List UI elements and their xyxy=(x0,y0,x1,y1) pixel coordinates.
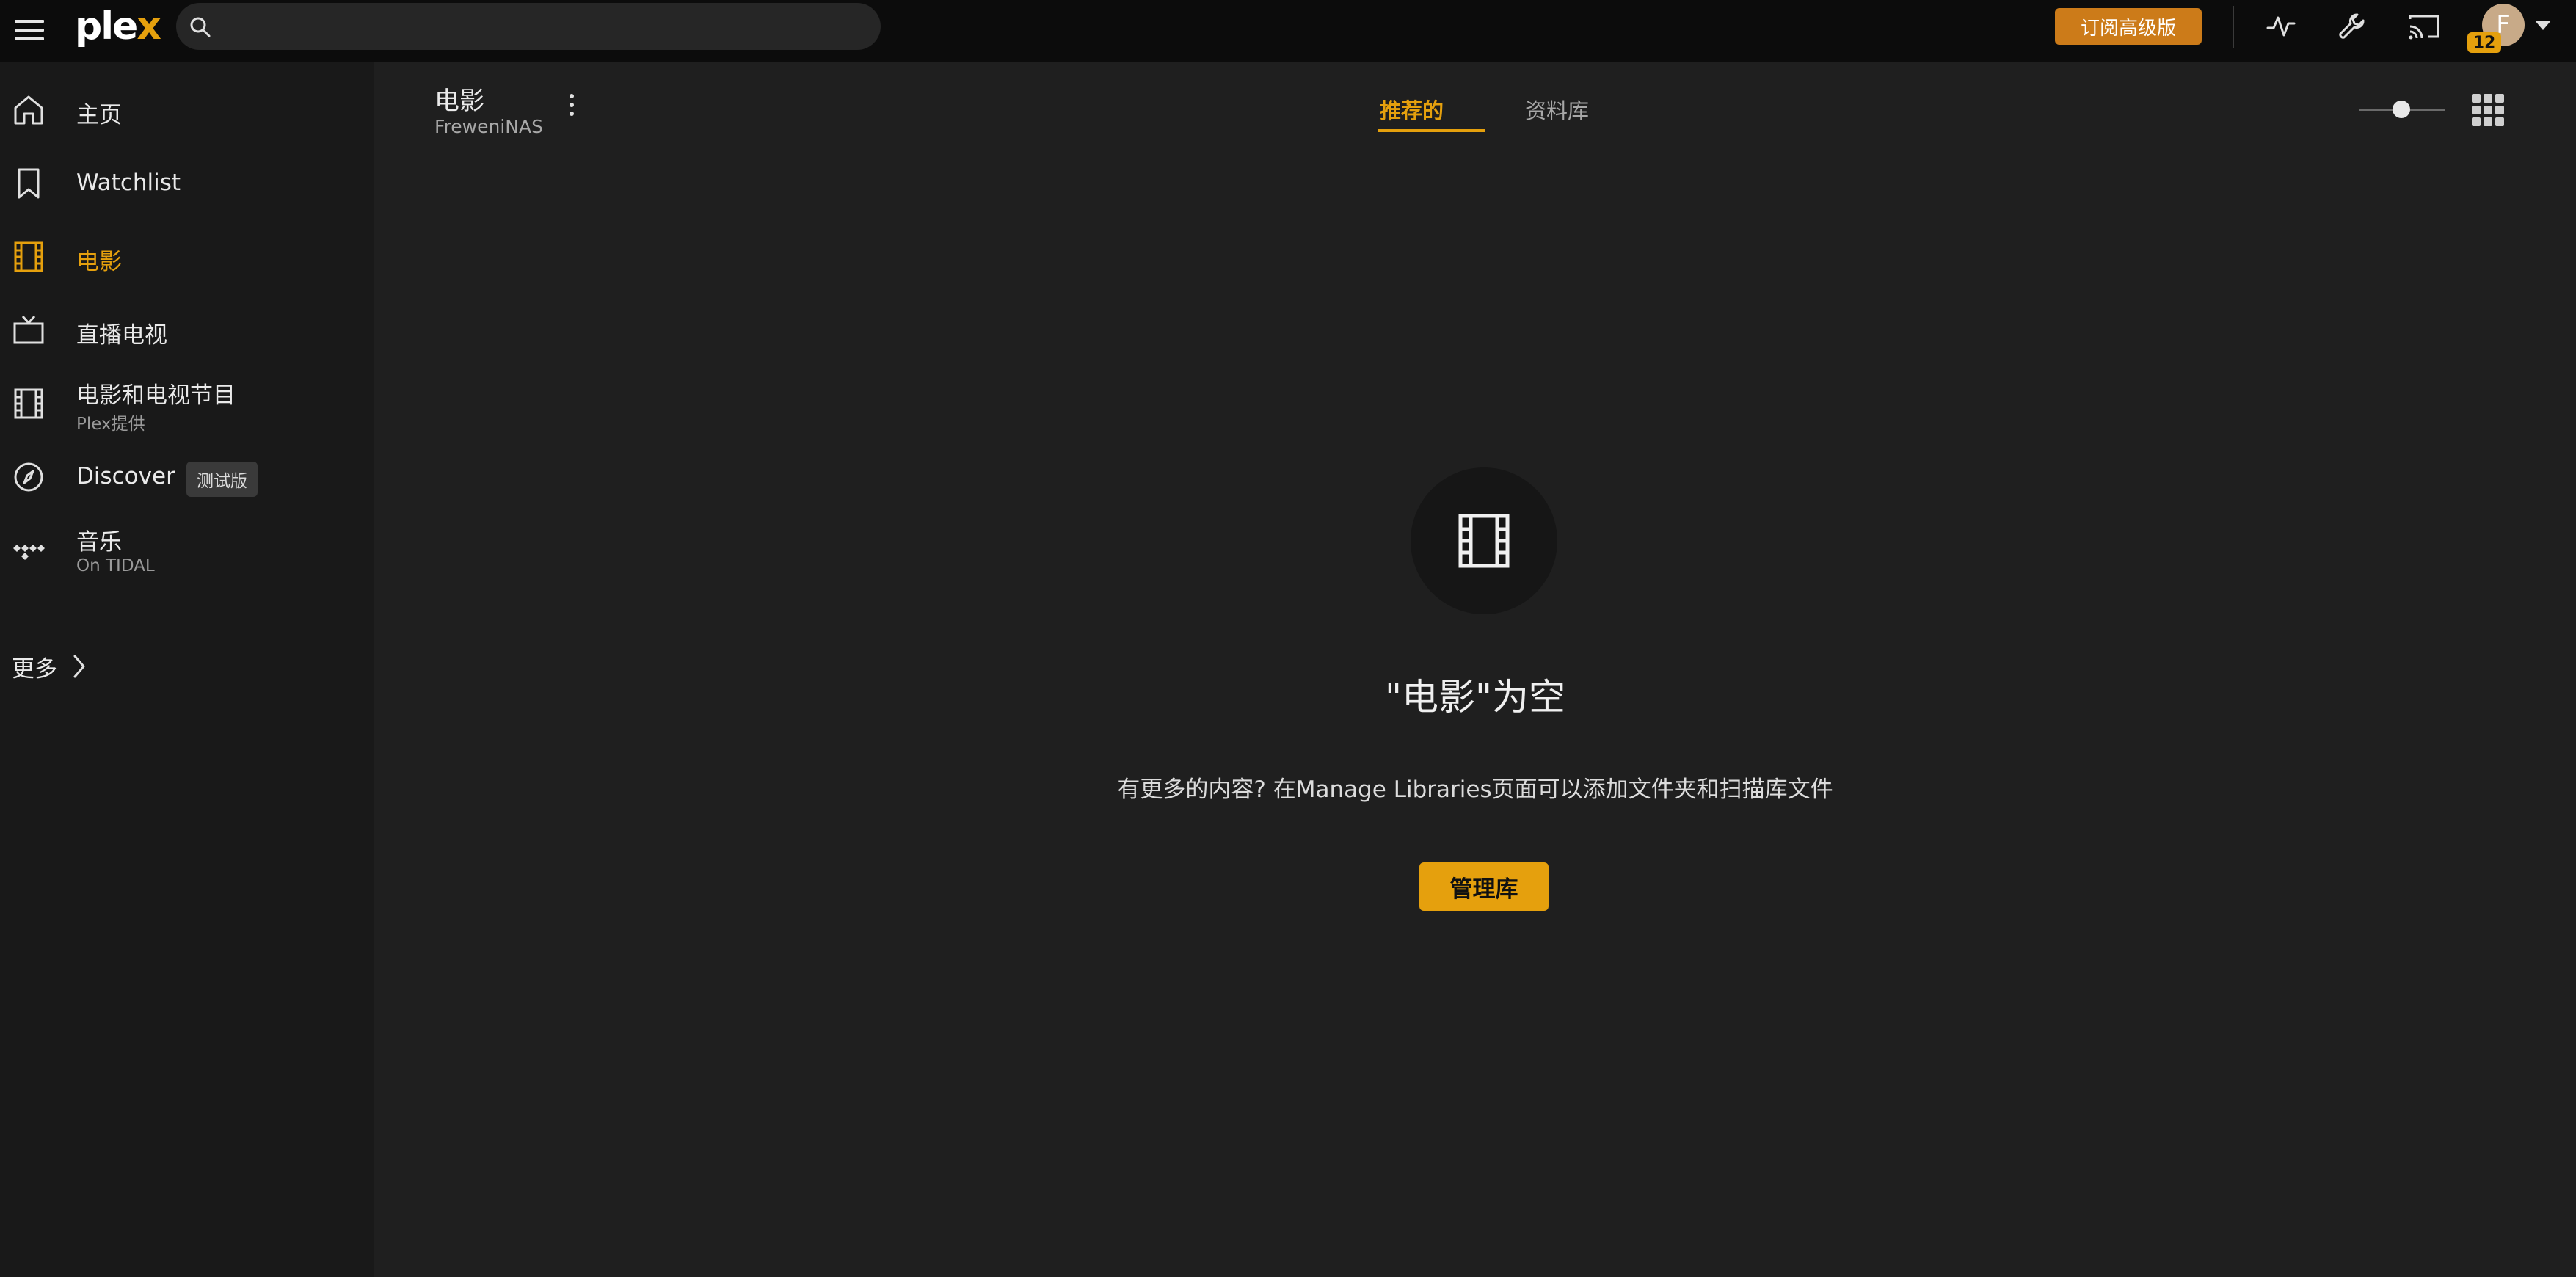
top-bar: plex 订阅高级版 F 12 xyxy=(0,0,2576,62)
divider xyxy=(2233,6,2234,48)
home-icon xyxy=(14,95,43,125)
logo-text: ple xyxy=(75,4,138,48)
sidebar-item-music[interactable]: 音乐 On TIDAL xyxy=(0,517,374,583)
sidebar-item-movies[interactable]: 电影 xyxy=(0,224,374,290)
sidebar-item-label: 主页 xyxy=(76,102,122,128)
tab-library[interactable]: 资料库 xyxy=(1525,94,1589,125)
sidebar-item-label: Watchlist xyxy=(76,170,181,196)
activity-icon[interactable] xyxy=(2265,10,2297,43)
sidebar-item-label: 直播电视 xyxy=(76,322,167,349)
server-name: FreweniNAS xyxy=(434,116,543,137)
empty-state-description: 有更多的内容? 在Manage Libraries页面可以添加文件夹和扫描库文件 xyxy=(1117,776,1833,803)
more-link[interactable]: 更多 xyxy=(12,650,57,683)
film-icon xyxy=(14,388,43,419)
sidebar-item-label: Discover xyxy=(76,463,175,490)
search-input[interactable] xyxy=(176,3,881,50)
empty-state-icon-circle xyxy=(1411,467,1557,614)
sidebar-item-label: 电影 xyxy=(76,249,122,275)
cast-icon[interactable] xyxy=(2407,10,2441,43)
chevron-down-icon[interactable] xyxy=(2535,21,2551,30)
chevron-right-icon[interactable] xyxy=(69,652,90,681)
main-content: 电影 FreweniNAS 推荐的 资料库 "电影"为空 有更多的内容? 在Ma… xyxy=(374,62,2576,1277)
film-icon xyxy=(1458,514,1510,568)
page-title: 电影 xyxy=(434,87,484,116)
sidebar-item-movies-tv[interactable]: 电影和电视节目 Plex提供 xyxy=(0,371,374,437)
sidebar-item-sublabel: Plex提供 xyxy=(76,415,145,434)
notification-badge: 12 xyxy=(2467,32,2501,53)
tidal-icon xyxy=(13,545,45,560)
sidebar-item-label: 电影和电视节目 xyxy=(76,382,236,409)
plex-logo[interactable]: plex xyxy=(75,4,161,48)
sidebar-item-discover[interactable]: Discover 测试版 xyxy=(0,444,374,510)
sidebar-item-watchlist[interactable]: Watchlist xyxy=(0,150,374,217)
size-slider-handle[interactable] xyxy=(2393,101,2410,118)
sidebar-item-sublabel: On TIDAL xyxy=(76,556,155,575)
film-icon xyxy=(14,241,43,272)
manage-library-button[interactable]: 管理库 xyxy=(1419,862,1549,911)
sidebar-item-live-tv[interactable]: 直播电视 xyxy=(0,297,374,363)
sidebar-item-home[interactable]: 主页 xyxy=(0,77,374,143)
sidebar: 主页 Watchlist 电影 直播电视 电影和电视节目 Plex提供 Disc… xyxy=(0,62,374,1277)
more-options-icon[interactable] xyxy=(568,94,575,120)
wrench-icon[interactable] xyxy=(2335,10,2368,43)
upgrade-button[interactable]: 订阅高级版 xyxy=(2055,8,2202,45)
tab-recommended[interactable]: 推荐的 xyxy=(1380,94,1444,125)
compass-icon xyxy=(14,462,43,492)
logo-accent: x xyxy=(137,4,161,48)
tv-icon xyxy=(13,316,44,344)
sidebar-item-label: 音乐 xyxy=(76,529,122,556)
grid-view-icon[interactable] xyxy=(2472,94,2504,126)
tab-active-indicator xyxy=(1378,129,1485,132)
bookmark-icon xyxy=(18,168,40,199)
empty-state-title: "电影"为空 xyxy=(1385,676,1565,718)
menu-icon[interactable] xyxy=(15,20,44,42)
beta-badge: 测试版 xyxy=(186,462,258,497)
search-icon xyxy=(190,17,211,37)
